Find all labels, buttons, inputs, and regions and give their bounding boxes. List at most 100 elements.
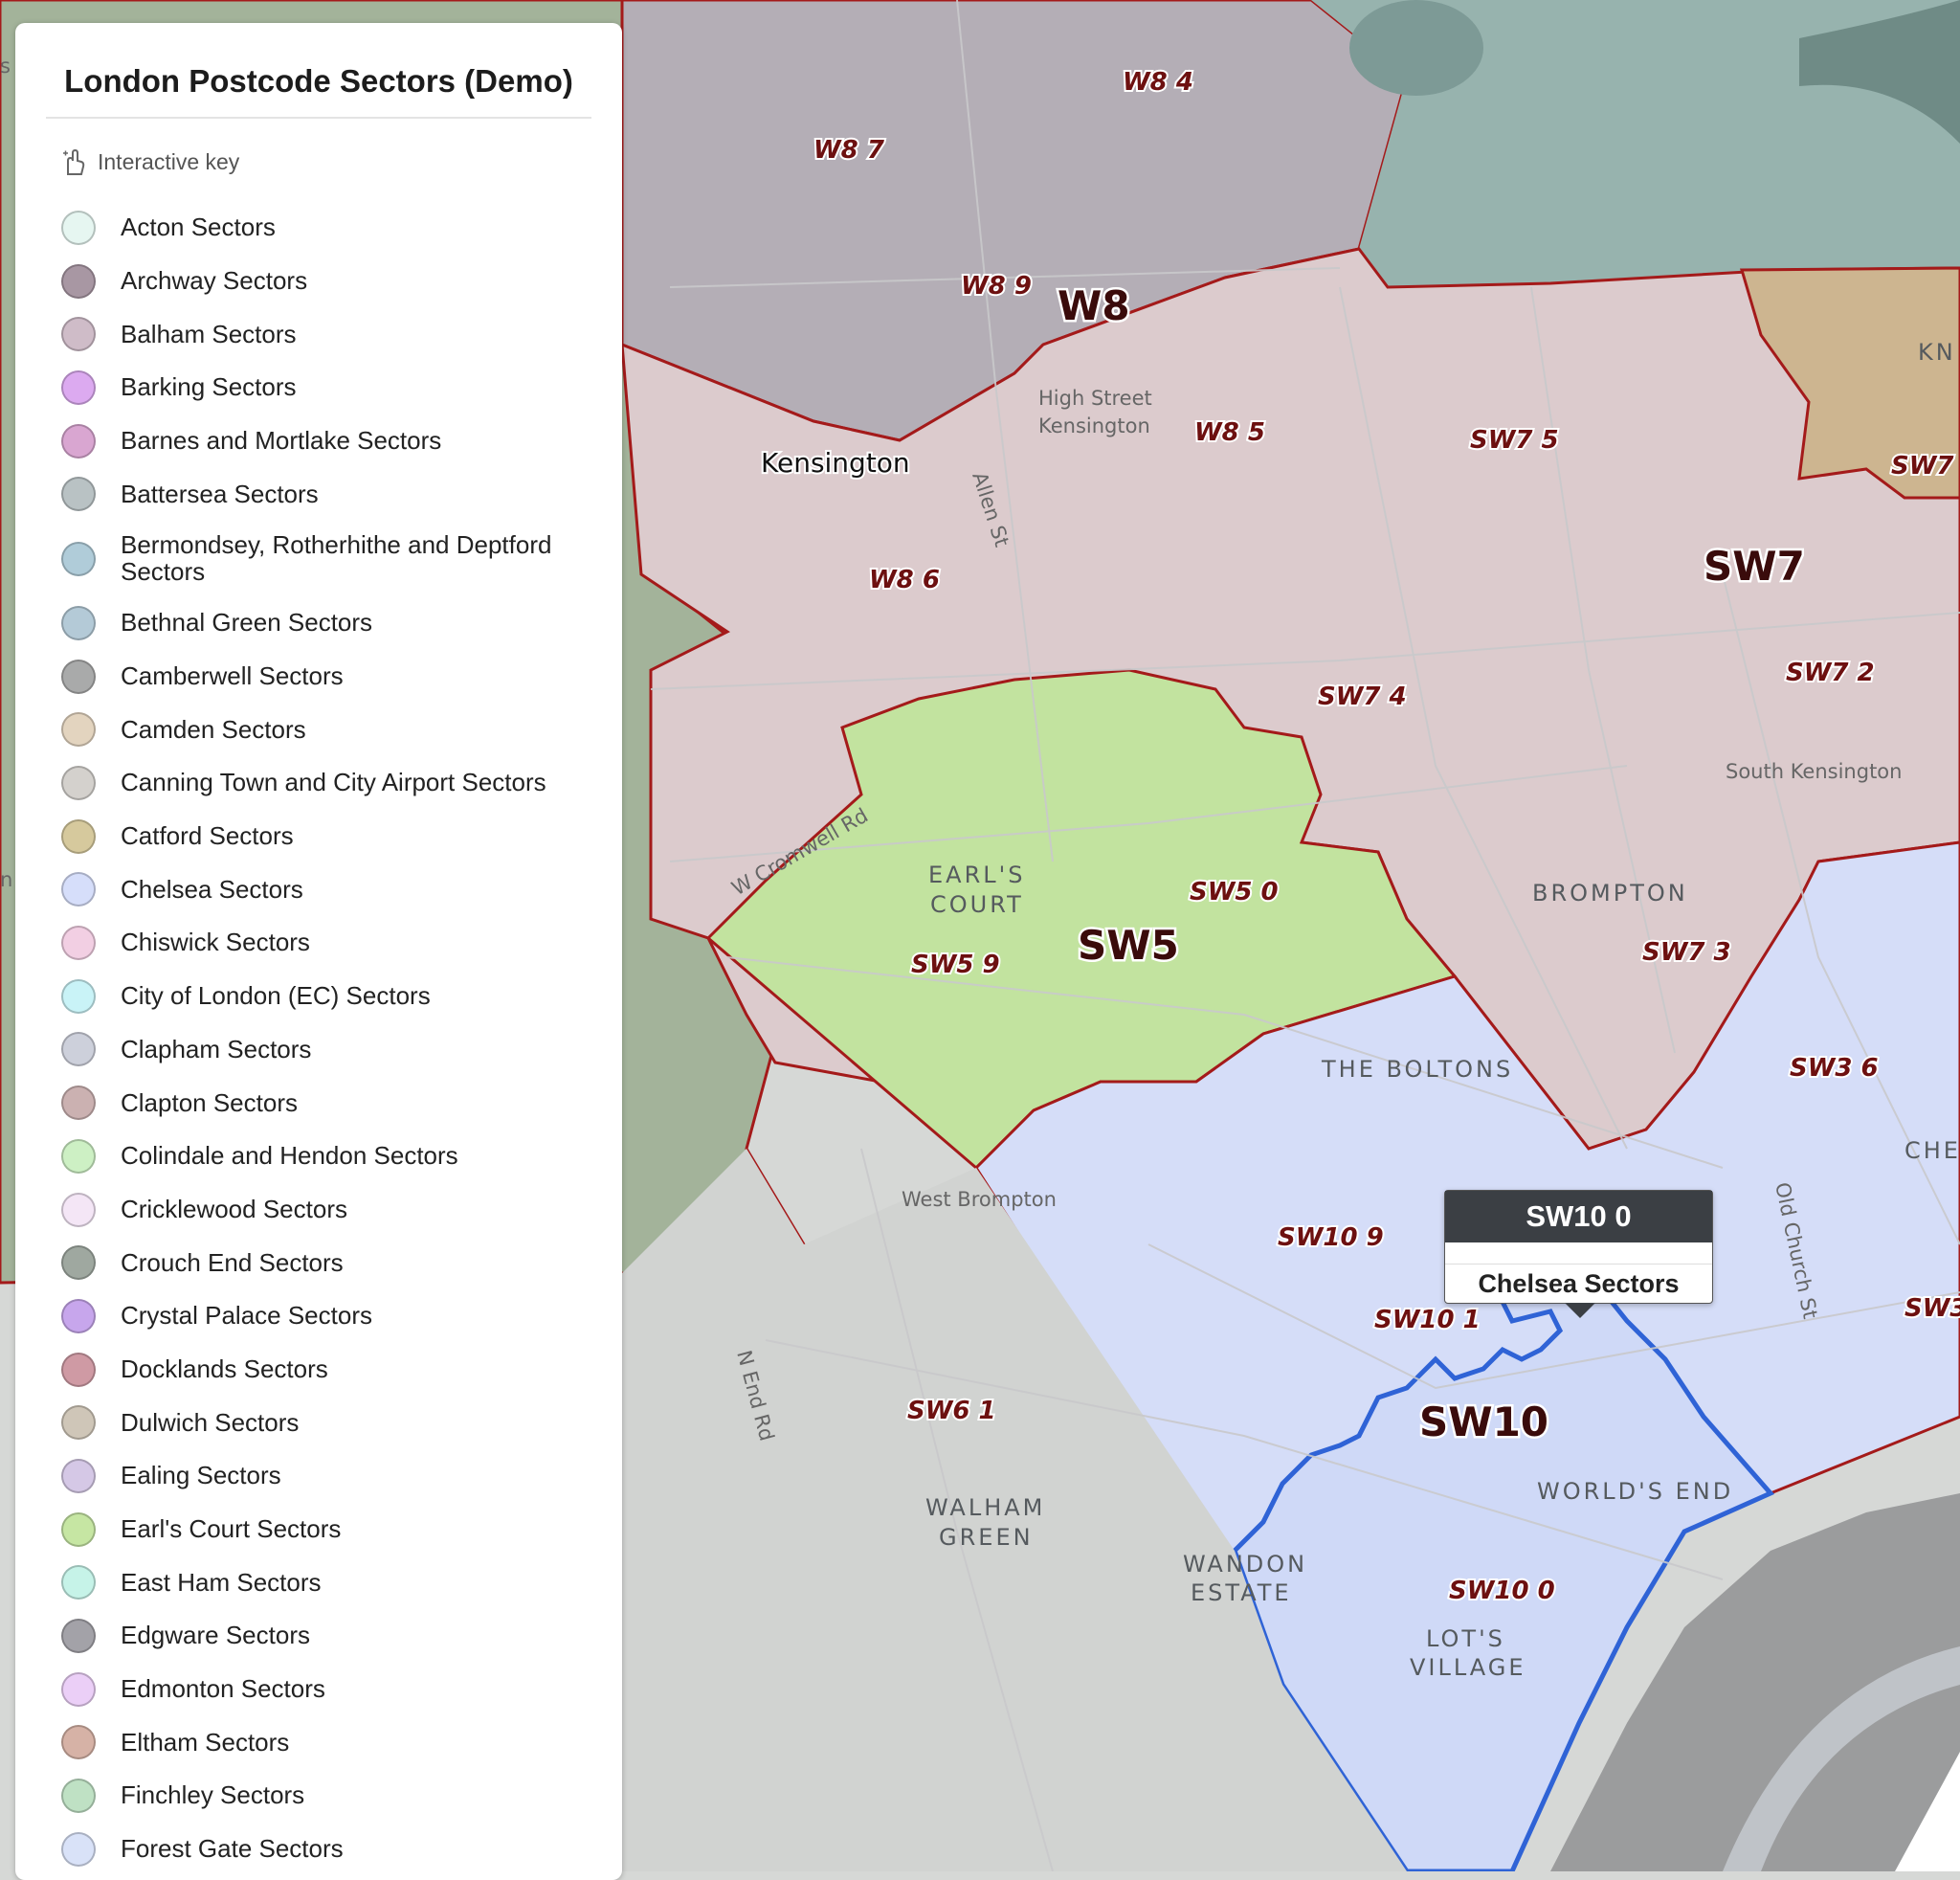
legend-item[interactable]: Barking Sectors — [61, 361, 597, 414]
legend-item-label: Acton Sectors — [121, 213, 276, 242]
sector-label-sw10-1: SW10 1 — [1374, 1306, 1481, 1334]
place-label-south-kensington: South Kensington — [1726, 760, 1902, 783]
legend-item[interactable]: Edmonton Sectors — [61, 1663, 597, 1716]
legend-swatch-icon — [61, 1085, 96, 1121]
legend-item[interactable]: Finchley Sectors — [61, 1769, 597, 1823]
sector-label-sw5-9: SW5 9 — [911, 951, 1000, 979]
legend-swatch-icon — [61, 477, 96, 512]
legend-item[interactable]: Docklands Sectors — [61, 1343, 597, 1397]
legend-item[interactable]: Camberwell Sectors — [61, 650, 597, 704]
legend-item-label: Dulwich Sectors — [121, 1407, 300, 1437]
legend-swatch-icon — [61, 766, 96, 801]
legend-item-label: Cricklewood Sectors — [121, 1194, 347, 1223]
legend-item[interactable]: Crystal Palace Sectors — [61, 1289, 597, 1343]
legend-item[interactable]: Clapton Sectors — [61, 1076, 597, 1130]
area-label-wandon-2: ESTATE — [1191, 1579, 1292, 1606]
area-label-lots-2: VILLAGE — [1410, 1654, 1526, 1681]
legend-swatch-icon — [61, 263, 96, 299]
legend-swatch-icon — [61, 423, 96, 459]
legend-item[interactable]: Camden Sectors — [61, 704, 597, 757]
legend-item[interactable]: Bethnal Green Sectors — [61, 596, 597, 650]
edge-label-s: s — [0, 55, 11, 78]
legend-item[interactable]: Battersea Sectors — [61, 467, 597, 521]
sector-label-sw7-4: SW7 4 — [1318, 683, 1407, 711]
legend-item-label: Edmonton Sectors — [121, 1674, 325, 1704]
legend-item[interactable]: Archway Sectors — [61, 255, 597, 308]
area-label-earls-1: EARL'S — [928, 862, 1025, 888]
legend-item[interactable]: Edgware Sectors — [61, 1609, 597, 1663]
tooltip-area: Chelsea Sectors — [1445, 1264, 1712, 1303]
sector-label-w8-4: W8 4 — [1123, 68, 1193, 97]
legend-swatch-icon — [61, 712, 96, 748]
legend-swatch-icon — [61, 818, 96, 854]
legend-item[interactable]: Bermondsey, Rotherhithe and Deptford Sec… — [61, 521, 597, 596]
legend-item[interactable]: Earl's Court Sectors — [61, 1503, 597, 1556]
legend-item[interactable]: Ealing Sectors — [61, 1449, 597, 1503]
legend-title: London Postcode Sectors (Demo) — [64, 63, 573, 99]
district-label-sw5: SW5 — [1078, 922, 1179, 969]
legend-item[interactable]: Crouch End Sectors — [61, 1236, 597, 1289]
legend-item[interactable]: Chelsea Sectors — [61, 863, 597, 917]
legend-item-label: Clapton Sectors — [121, 1087, 298, 1117]
sector-label-sw7-5: SW7 5 — [1470, 426, 1559, 455]
legend-item[interactable]: Acton Sectors — [61, 201, 597, 255]
legend-item[interactable]: East Ham Sectors — [61, 1556, 597, 1610]
legend-swatch-icon — [61, 659, 96, 694]
legend-item-label: East Ham Sectors — [121, 1567, 322, 1597]
legend-swatch-icon — [61, 1298, 96, 1333]
legend-item[interactable]: Dulwich Sectors — [61, 1396, 597, 1449]
legend-item[interactable]: City of London (EC) Sectors — [61, 970, 597, 1023]
legend-item-label: Barking Sectors — [121, 372, 297, 402]
legend-item[interactable]: Barnes and Mortlake Sectors — [61, 414, 597, 468]
legend-item-label: Finchley Sectors — [121, 1780, 305, 1810]
legend-item[interactable]: Canning Town and City Airport Sectors — [61, 756, 597, 810]
legend-item-label: City of London (EC) Sectors — [121, 981, 431, 1011]
sector-label-sw3-6: SW3 6 — [1790, 1054, 1879, 1083]
sector-label-sw3: SW3 — [1904, 1294, 1960, 1323]
sector-label-sw5-0: SW5 0 — [1190, 878, 1279, 906]
legend-swatch-icon — [61, 541, 96, 576]
legend-item-label: Crystal Palace Sectors — [121, 1301, 372, 1331]
area-label-che: CHE — [1904, 1137, 1960, 1164]
legend-item-label: Crouch End Sectors — [121, 1247, 344, 1277]
legend-list: Acton Sectors Archway Sectors Balham Secto… — [61, 201, 597, 1876]
sector-label-sw7-2: SW7 2 — [1786, 659, 1875, 687]
legend-item[interactable]: Colindale and Hendon Sectors — [61, 1130, 597, 1183]
legend-swatch-icon — [61, 1405, 96, 1441]
legend-swatch-icon — [61, 1511, 96, 1547]
sector-label-w8-5: W8 5 — [1194, 418, 1265, 447]
sector-label-sw7-3: SW7 3 — [1642, 938, 1731, 967]
sector-label-w8-6: W8 6 — [869, 566, 940, 594]
legend-item-label: Docklands Sectors — [121, 1354, 328, 1383]
sector-label-w8-9: W8 9 — [961, 272, 1032, 301]
legend-swatch-icon — [61, 1725, 96, 1760]
legend-swatch-icon — [61, 926, 96, 961]
place-label-high-street-2: Kensington — [1038, 414, 1150, 437]
area-label-earls-2: COURT — [930, 891, 1024, 918]
legend-swatch-icon — [61, 1352, 96, 1387]
legend-swatch-icon — [61, 1192, 96, 1227]
area-label-wandon-1: WANDON — [1183, 1551, 1307, 1578]
legend-item-label: Eltham Sectors — [121, 1727, 290, 1757]
legend-item-label: Barnes and Mortlake Sectors — [121, 425, 442, 455]
pointer-hand-icon — [63, 148, 85, 175]
legend-swatch-icon — [61, 1565, 96, 1600]
legend-item-label: Canning Town and City Airport Sectors — [121, 768, 546, 797]
legend-swatch-icon — [61, 317, 96, 352]
legend-item[interactable]: Chiswick Sectors — [61, 916, 597, 970]
legend-item[interactable]: Catford Sectors — [61, 810, 597, 863]
area-label-worlds-end: WORLD'S END — [1537, 1478, 1733, 1505]
legend-item[interactable]: Forest Gate Sectors — [61, 1823, 597, 1876]
legend-item[interactable]: Balham Sectors — [61, 307, 597, 361]
legend-divider — [46, 117, 591, 119]
place-label-west-brompton: West Brompton — [902, 1188, 1057, 1211]
legend-swatch-icon — [61, 1831, 96, 1867]
area-label-walham-1: WALHAM — [925, 1494, 1045, 1521]
legend-item[interactable]: Eltham Sectors — [61, 1716, 597, 1770]
legend-item[interactable]: Cricklewood Sectors — [61, 1183, 597, 1237]
legend-item-label: Edgware Sectors — [121, 1621, 310, 1650]
legend-swatch-icon — [61, 1032, 96, 1067]
legend-item[interactable]: Clapham Sectors — [61, 1023, 597, 1077]
tooltip-code: SW10 0 — [1445, 1191, 1712, 1242]
legend-swatch-icon — [61, 978, 96, 1014]
